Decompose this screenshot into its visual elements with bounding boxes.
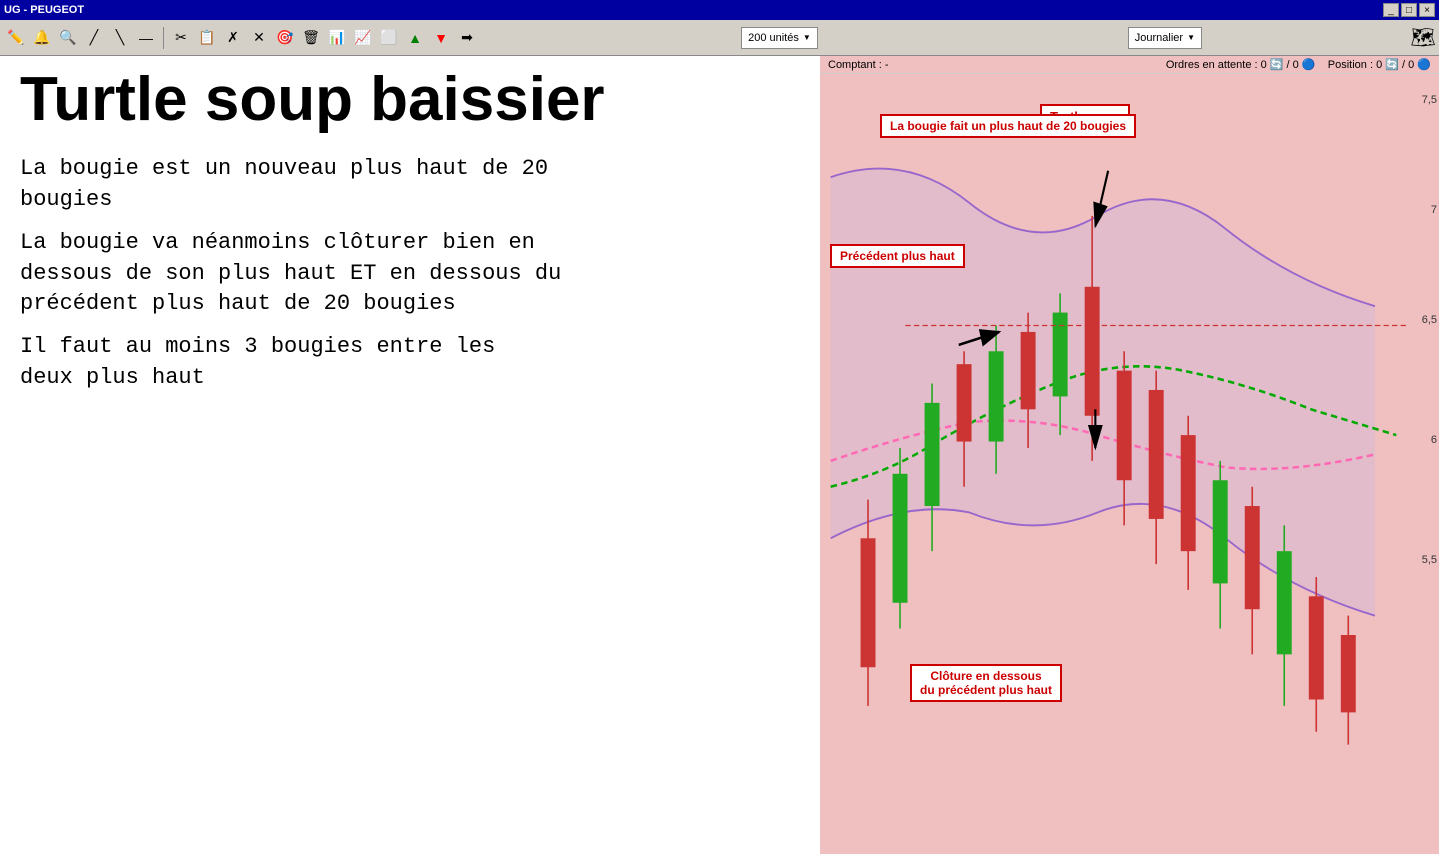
map-icon[interactable]: 🗺 (1412, 27, 1434, 49)
toolbar-icon-11[interactable]: 🎯 (274, 27, 296, 49)
toolbar-icon-1[interactable]: ✏️ (5, 27, 27, 49)
restore-button[interactable]: □ (1401, 3, 1417, 17)
page-title: Turtle soup baissier (20, 66, 800, 134)
toolbar-icon-15[interactable]: ⬜ (378, 27, 400, 49)
condition-2: La bougie va néanmoins clôturer bien end… (20, 228, 800, 320)
condition-1: La bougie est un nouveau plus haut de 20… (20, 154, 800, 216)
period-dropdown[interactable]: Journalier ▼ (1128, 27, 1202, 49)
chart-svg (820, 74, 1439, 822)
chart-area: 7,5 7 6,5 6 5,5 (820, 74, 1439, 822)
toolbar-icon-5[interactable]: ╲ (109, 27, 131, 49)
main-area: Turtle soup baissier La bougie est un no… (0, 56, 1439, 854)
toolbar-icon-4[interactable]: ╱ (83, 27, 105, 49)
toolbar-icon-18[interactable]: ➡ (456, 27, 478, 49)
toolbar-icon-7[interactable]: ✂ (170, 27, 192, 49)
y-label-65: 6,5 (1422, 314, 1437, 326)
toolbar-icon-10[interactable]: ✕ (248, 27, 270, 49)
chart-topbar-left: Comptant : - (828, 59, 889, 71)
condition-3: Il faut au moins 3 bougies entre lesdeux… (20, 332, 800, 394)
title-bar: UG - PEUGEOT _ □ × (0, 0, 1439, 20)
toolbar: ✏️ 🔔 🔍 ╱ ╲ — ✂ 📋 ✗ ✕ 🎯 🗑 📊 📈 ⬜ ▲ ▼ ➡ 200… (0, 20, 1439, 56)
units-dropdown[interactable]: 200 unités ▼ (741, 27, 818, 49)
toolbar-icon-2[interactable]: 🔔 (31, 27, 53, 49)
window-controls[interactable]: _ □ × (1383, 3, 1435, 17)
label-bougie-20: La bougie fait un plus haut de 20 bougie… (880, 114, 1136, 138)
units-arrow: ▼ (803, 33, 811, 42)
cloture-dessous-line2: du précédent plus haut (920, 683, 1052, 697)
toolbar-icon-6[interactable]: — (135, 27, 157, 49)
y-label-55: 5,5 (1422, 554, 1437, 566)
cloture-dessous-line1: Clôture en dessous (930, 669, 1041, 683)
toolbar-icon-8[interactable]: 📋 (196, 27, 218, 49)
y-label-7: 7 (1431, 204, 1437, 216)
label-precedent-plus-haut: Précédent plus haut (830, 244, 965, 268)
toolbar-right: 200 unités ▼ Journalier ▼ 🗺 (741, 27, 1434, 49)
left-panel: Turtle soup baissier La bougie est un no… (0, 56, 820, 854)
y-label-75: 7,5 (1422, 94, 1437, 106)
pending-orders-value: 0 🔄 / 0 🔵 (1261, 59, 1316, 71)
toolbar-icon-12[interactable]: 🗑 (300, 27, 322, 49)
close-button[interactable]: × (1419, 3, 1435, 17)
toolbar-separator-1 (163, 27, 164, 49)
toolbar-icon-13[interactable]: 📊 (326, 27, 348, 49)
position-label: Position : (1328, 59, 1373, 71)
position-value: 0 🔄 / 0 🔵 (1376, 59, 1431, 71)
comptant-label: Comptant : - (828, 59, 889, 71)
period-arrow: ▼ (1187, 33, 1195, 42)
units-label: 200 unités (748, 32, 799, 44)
toolbar-icon-17[interactable]: ▼ (430, 27, 452, 49)
chart-topbar: Comptant : - Ordres en attente : 0 🔄 / 0… (820, 56, 1439, 74)
minimize-button[interactable]: _ (1383, 3, 1399, 17)
y-label-6: 6 (1431, 434, 1437, 446)
toolbar-icon-3[interactable]: 🔍 (57, 27, 79, 49)
label-cloture-dessous: Clôture en dessous du précédent plus hau… (910, 664, 1062, 702)
toolbar-icon-16[interactable]: ▲ (404, 27, 426, 49)
chart-topbar-right: Ordres en attente : 0 🔄 / 0 🔵 Position :… (1166, 58, 1431, 71)
right-panel: Comptant : - Ordres en attente : 0 🔄 / 0… (820, 56, 1439, 854)
toolbar-icon-14[interactable]: 📈 (352, 27, 374, 49)
toolbar-icon-9[interactable]: ✗ (222, 27, 244, 49)
app-title: UG - PEUGEOT (4, 4, 84, 16)
band-fill (831, 169, 1375, 616)
pending-orders-label: Ordres en attente : (1166, 59, 1258, 71)
period-label: Journalier (1135, 32, 1183, 44)
